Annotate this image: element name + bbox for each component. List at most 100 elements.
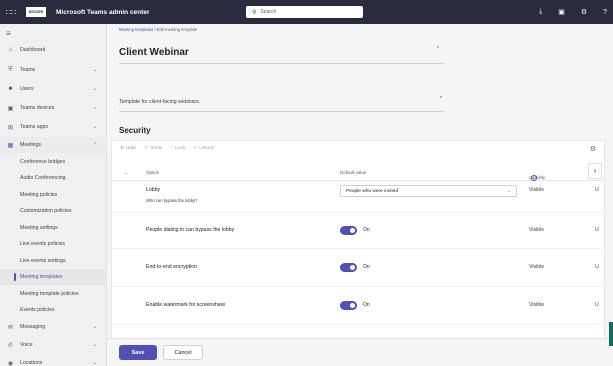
sidebar-item-label: Teams apps xyxy=(20,124,48,130)
column-header-option[interactable]: Option xyxy=(146,170,159,175)
top-bar: ∷∷ DEXXER Microsoft Teams admin center ⚲… xyxy=(0,0,613,24)
option-subtext: Who can bypass the lobby? xyxy=(146,198,198,203)
help-icon[interactable]: ? xyxy=(603,9,607,16)
search-input[interactable]: ⚲ Search xyxy=(246,6,363,18)
sidebar-subitem-conference-bridges[interactable]: Conference bridges xyxy=(0,154,107,170)
template-name-field[interactable]: Client Webinar xyxy=(119,42,444,64)
sidebar-item-meetings[interactable]: ▦ Meetings ⌃ xyxy=(0,137,107,153)
security-settings-card: ⊘ Hide ☉ Show ○ Lock ✓ Unlock ⚙ ⌄ Option Def… xyxy=(111,140,605,353)
teams-icon: ⛨ xyxy=(8,66,13,73)
lock-button[interactable]: ○ Lock xyxy=(170,146,185,151)
sidebar-item-label: Teams xyxy=(20,67,36,73)
sidebar-item-label: Meeting templates xyxy=(20,274,63,280)
table-row: Lobby Who can bypass the lobby? People w… xyxy=(112,181,604,213)
table-header: ⌄ Option Default value Visibility i xyxy=(112,165,604,181)
sidebar-subitem-meeting-templates[interactable]: Meeting templates xyxy=(0,269,107,285)
dial-in-bypass-toggle[interactable] xyxy=(340,226,357,235)
sidebar-item-locations[interactable]: ◉ Locations ⌄ xyxy=(0,355,107,366)
home-icon: ⌂ xyxy=(8,47,13,53)
truncated-column-value: U xyxy=(595,227,599,233)
calendar-icon: ▦ xyxy=(7,142,14,149)
sidebar-subitem-live-events-policies[interactable]: Live events policies xyxy=(0,236,107,252)
table-row: People dialing in can bypass the lobby O… xyxy=(112,213,604,249)
template-description-field[interactable]: Template for client-facing webinars. xyxy=(119,92,444,112)
active-indicator xyxy=(14,273,16,281)
sidebar-subitem-meeting-template-policies[interactable]: Meeting template policies xyxy=(0,286,107,302)
sidebar-item-label: Teams devices xyxy=(20,105,55,111)
devices-icon: ▣ xyxy=(7,105,14,112)
search-placeholder: Search xyxy=(260,9,277,15)
sidebar-item-label: Meetings xyxy=(20,142,42,148)
show-button[interactable]: ☉ Show xyxy=(144,146,162,151)
table-toolbar: ⊘ Hide ☉ Show ○ Lock ✓ Unlock xyxy=(120,146,214,151)
hide-button[interactable]: ⊘ Hide xyxy=(120,146,136,151)
breadcrumb-parent-link[interactable]: Meeting templates xyxy=(119,27,153,32)
required-marker: * xyxy=(437,46,439,52)
chevron-down-icon: ⌄ xyxy=(92,324,97,330)
expand-all-icon[interactable]: ⌄ xyxy=(124,170,128,176)
toggle-state-label: On xyxy=(363,227,370,233)
lock-icon: ○ xyxy=(170,146,174,151)
column-settings-icon[interactable]: ⚙ xyxy=(590,145,596,153)
truncated-column-value: U xyxy=(595,264,599,270)
chevron-down-icon: ⌄ xyxy=(92,105,97,111)
visibility-value: Visible xyxy=(529,187,545,193)
sidebar-item-teams[interactable]: ⛨ Teams ⌄ xyxy=(0,62,107,78)
visibility-value: Visible xyxy=(529,264,545,270)
sidebar-item-label: Locations xyxy=(20,360,43,366)
download-icon[interactable]: ⤓ xyxy=(539,8,542,16)
window-icon[interactable]: ▣ xyxy=(558,8,565,16)
chevron-down-icon: ⌄ xyxy=(92,124,97,130)
cancel-button[interactable]: Cancel xyxy=(163,345,203,360)
scroll-right-button[interactable]: › xyxy=(588,163,602,179)
menu-toggle-icon[interactable]: ≡ xyxy=(0,24,106,42)
lobby-bypass-select[interactable]: People who were invited ⌄ xyxy=(340,185,517,197)
sidebar-item-label: Voice xyxy=(20,342,33,348)
globe-icon: ◉ xyxy=(7,360,14,366)
sidebar-item-label: Users xyxy=(20,86,34,92)
feedback-tab[interactable] xyxy=(609,322,613,346)
sidebar-item-messaging[interactable]: ✉ Messaging ⌄ xyxy=(0,319,107,335)
column-header-default-value[interactable]: Default value xyxy=(340,170,366,175)
visibility-value: Visible xyxy=(529,227,545,233)
end-to-end-encryption-toggle[interactable] xyxy=(340,263,357,272)
truncated-column-value: U xyxy=(595,187,599,193)
sidebar-subitem-meeting-policies[interactable]: Meeting policies xyxy=(0,187,107,203)
screenshare-watermark-toggle[interactable] xyxy=(340,301,357,310)
sidebar-item-voice[interactable]: ✆ Voice ⌄ xyxy=(0,337,107,353)
visibility-value: Visible xyxy=(529,302,545,308)
unlock-button[interactable]: ✓ Unlock xyxy=(193,146,214,151)
section-title-security: Security xyxy=(119,126,151,135)
check-icon: ✓ xyxy=(193,146,198,151)
chevron-down-icon: ⌄ xyxy=(507,188,511,193)
org-logo: DEXXER xyxy=(26,7,46,17)
sidebar-subitem-live-events-settings[interactable]: Live events settings xyxy=(0,253,107,269)
select-value: People who were invited xyxy=(346,188,398,194)
hide-label: Hide xyxy=(126,146,136,151)
option-name: Enable watermark for screenshare xyxy=(146,302,226,308)
sidebar-item-label: Messaging xyxy=(20,324,46,330)
lock-label: Lock xyxy=(175,146,186,151)
chevron-down-icon: ⌄ xyxy=(92,67,97,73)
unlock-label: Unlock xyxy=(199,146,214,151)
show-label: Show xyxy=(150,146,163,151)
app-launcher-icon[interactable]: ∷∷ xyxy=(0,0,22,24)
breadcrumb-separator: \ xyxy=(154,27,156,32)
sidebar-subitem-meeting-settings[interactable]: Meeting settings xyxy=(0,220,107,236)
sidebar-subitem-customization-policies[interactable]: Customization policies xyxy=(0,203,107,219)
sidebar-item-users[interactable]: ☻ Users ⌄ xyxy=(0,81,107,97)
footer-actions: Save Cancel xyxy=(107,338,613,366)
settings-icon[interactable]: ⚙ xyxy=(581,8,587,16)
save-button[interactable]: Save xyxy=(119,345,157,360)
sidebar-item-teams-devices[interactable]: ▣ Teams devices ⌄ xyxy=(0,100,107,116)
breadcrumb: Meeting templates \ Edit meeting templat… xyxy=(119,27,197,32)
sidebar-item-teams-apps[interactable]: ⊞ Teams apps ⌄ xyxy=(0,119,107,135)
sidebar-subitem-events-policies[interactable]: Events policies xyxy=(0,302,107,318)
sidebar: ≡ ⌂ Dashboard ⛨ Teams ⌄ ☻ Users ⌄ ▣ Team… xyxy=(0,24,107,366)
search-icon: ⚲ xyxy=(252,9,257,16)
chevron-up-icon: ⌃ xyxy=(92,142,97,148)
chat-icon: ✉ xyxy=(7,324,14,331)
toggle-state-label: On xyxy=(363,264,370,270)
sidebar-item-dashboard[interactable]: ⌂ Dashboard xyxy=(0,42,107,58)
sidebar-subitem-audio-conferencing[interactable]: Audio Conferencing xyxy=(0,170,107,186)
